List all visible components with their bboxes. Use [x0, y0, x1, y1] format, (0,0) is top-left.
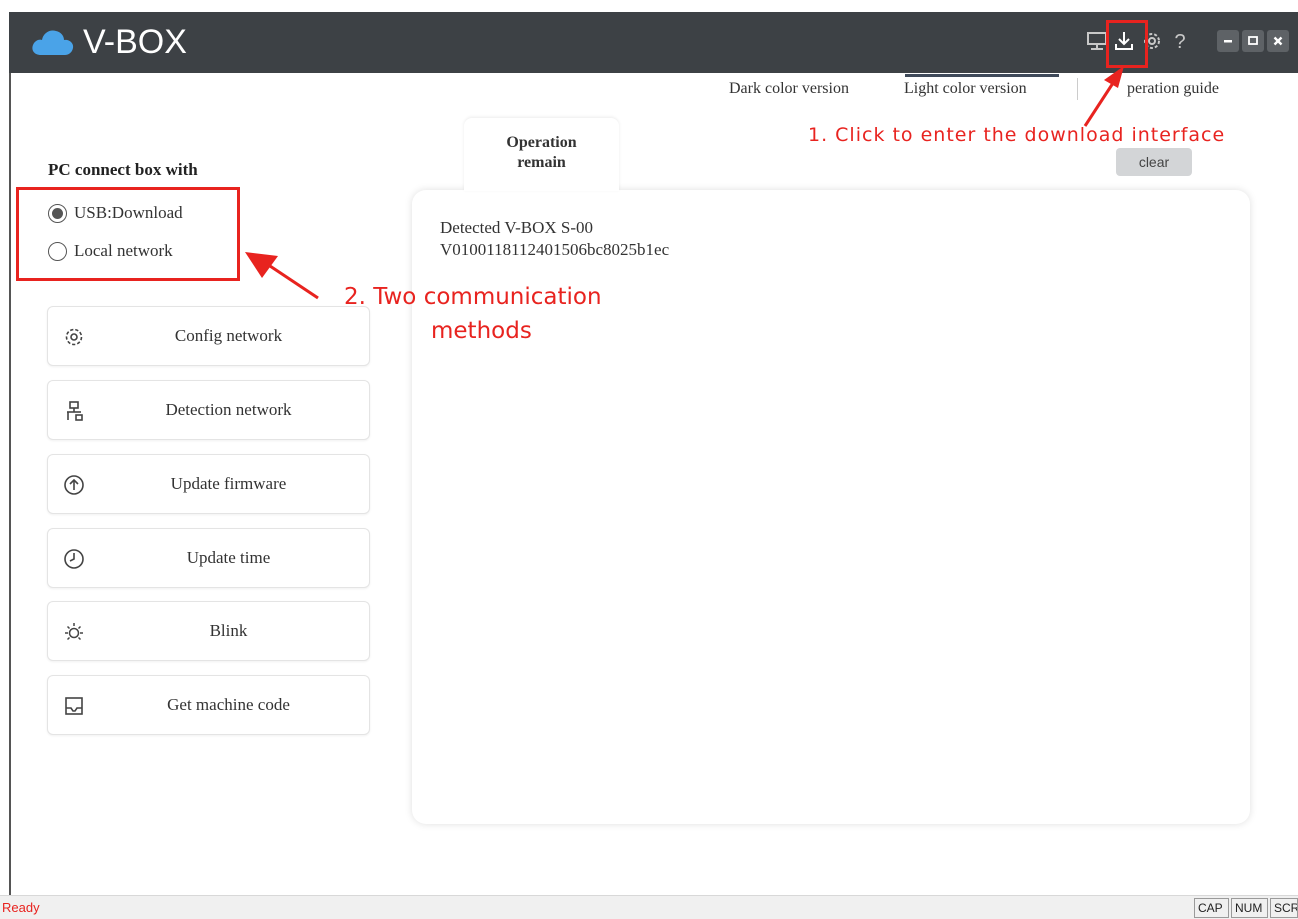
- status-bar: Ready CAP NUM SCRL: [0, 895, 1298, 919]
- cap-indicator: CAP: [1194, 898, 1229, 918]
- num-indicator: NUM: [1231, 898, 1268, 918]
- status-text: Ready: [2, 900, 40, 915]
- radio-highlight-box: [16, 187, 240, 281]
- annotation-step1: 1. Click to enter the download interface: [808, 124, 1226, 146]
- scrl-indicator: SCRL: [1270, 898, 1298, 918]
- annotation-step2-line1: 2. Two communication: [344, 284, 602, 310]
- annotation-step2-line2: methods: [431, 318, 532, 344]
